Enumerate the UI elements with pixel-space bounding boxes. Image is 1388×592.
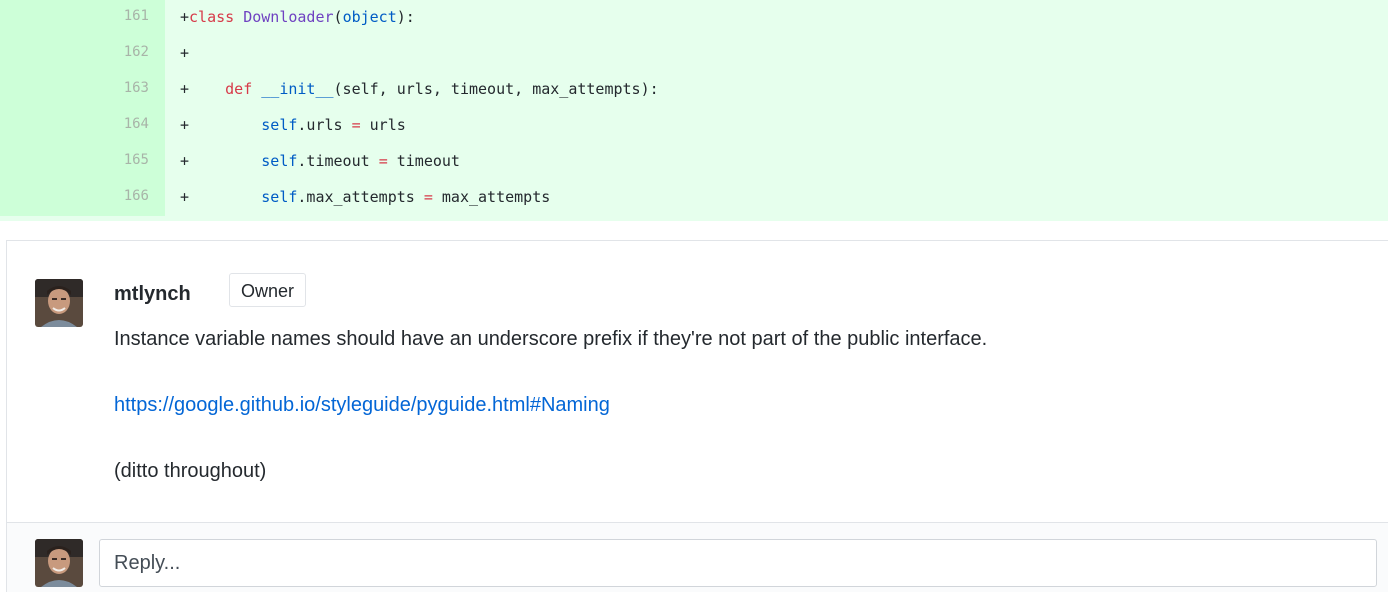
line-number[interactable]: 166 xyxy=(0,180,149,216)
code-token: def xyxy=(225,80,253,98)
styleguide-link[interactable]: https://google.github.io/styleguide/pygu… xyxy=(114,394,610,416)
review-comment: mtlynch Owner Instance variable names sh… xyxy=(7,241,1388,523)
diff-row: 163 + def __init__(self, urls, timeout, … xyxy=(0,72,1388,108)
code-token: self xyxy=(261,152,298,170)
comment-body-text: (ditto throughout) xyxy=(114,460,267,482)
code-token: + xyxy=(180,188,262,206)
code-token: self xyxy=(261,116,298,134)
code-line: + xyxy=(180,36,189,72)
line-number[interactable]: 161 xyxy=(0,0,149,36)
comment-author[interactable]: mtlynch xyxy=(114,281,191,307)
diff-row: 164 + self.urls = urls xyxy=(0,108,1388,144)
line-number[interactable]: 163 xyxy=(0,72,149,108)
diff-view: 161 +class Downloader(object): 162 + 163… xyxy=(0,0,1388,221)
code-token: + xyxy=(180,44,190,62)
code-token: = xyxy=(351,116,361,134)
reply-area xyxy=(7,523,1388,592)
code-token: __init__ xyxy=(261,80,334,98)
code-line: + self.urls = urls xyxy=(180,108,406,144)
code-token: + xyxy=(180,8,190,26)
user-avatar-icon[interactable] xyxy=(35,279,83,327)
code-line: + self.max_attempts = max_attempts xyxy=(180,180,550,216)
code-token: max_attempts xyxy=(432,188,551,206)
line-number-gutter: 166 xyxy=(0,180,165,216)
code-token: timeout xyxy=(387,152,460,170)
comment-body-text: Instance variable names should have an u… xyxy=(114,328,988,350)
code-token: class xyxy=(189,8,235,26)
code-line: +class Downloader(object): xyxy=(180,0,415,36)
line-number-gutter: 165 xyxy=(0,144,165,180)
line-number[interactable]: 162 xyxy=(0,36,149,72)
code-token: (self, urls, timeout, max_attempts): xyxy=(333,80,659,98)
line-number-gutter: 162 xyxy=(0,36,165,72)
code-token: .timeout xyxy=(297,152,379,170)
diff-row: 161 +class Downloader(object): xyxy=(0,0,1388,36)
code-token: self xyxy=(261,188,298,206)
diff-row: 165 + self.timeout = timeout xyxy=(0,144,1388,180)
user-avatar-icon[interactable] xyxy=(35,539,83,587)
line-number[interactable]: 165 xyxy=(0,144,149,180)
code-token: Downloader xyxy=(243,8,334,26)
comment-body-link-paragraph: https://google.github.io/styleguide/pygu… xyxy=(114,391,610,419)
code-line: + def __init__(self, urls, timeout, max_… xyxy=(180,72,659,108)
line-number-gutter: 161 xyxy=(0,0,165,36)
code-token: urls xyxy=(360,116,406,134)
code-token: ): xyxy=(396,8,415,26)
reply-input[interactable] xyxy=(99,539,1377,587)
code-token: + xyxy=(180,116,262,134)
code-token: object xyxy=(342,8,397,26)
diff-row: 166 + self.max_attempts = max_attempts xyxy=(0,180,1388,216)
code-token: .urls xyxy=(297,116,352,134)
review-comment-thread: mtlynch Owner Instance variable names sh… xyxy=(6,240,1388,592)
code-token: + xyxy=(180,80,226,98)
line-number-gutter: 163 xyxy=(0,72,165,108)
line-number[interactable]: 164 xyxy=(0,108,149,144)
code-token: + xyxy=(180,152,262,170)
code-token: = xyxy=(378,152,388,170)
code-token: = xyxy=(423,188,433,206)
code-token: ( xyxy=(333,8,343,26)
code-token: .max_attempts xyxy=(297,188,424,206)
diff-row: 162 + xyxy=(0,36,1388,72)
owner-badge: Owner xyxy=(229,273,307,307)
code-line: + self.timeout = timeout xyxy=(180,144,460,180)
line-number-gutter: 164 xyxy=(0,108,165,144)
